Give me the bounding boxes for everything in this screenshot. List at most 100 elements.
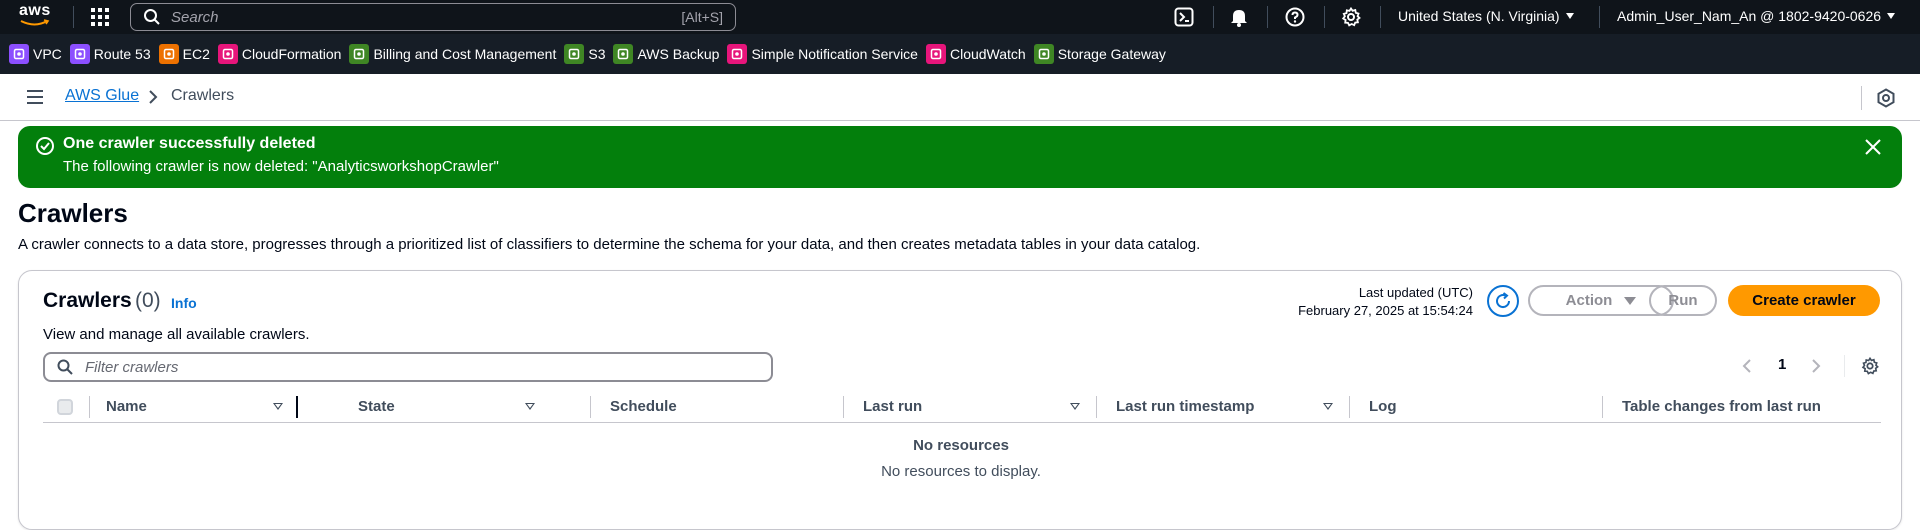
refresh-icon — [1496, 292, 1511, 309]
top-navigation: aws [Alt+S] — [0, 0, 1920, 34]
favorite-label: Route 53 — [93, 46, 151, 62]
filter-box[interactable] — [43, 352, 773, 382]
column-header-last-run[interactable]: Last run — [863, 398, 922, 415]
topbar-divider — [73, 6, 74, 28]
dismiss-flash-button[interactable] — [1862, 136, 1884, 158]
column-header-name[interactable]: Name — [106, 398, 147, 415]
favorite-billing-and-cost-management[interactable]: Billing and Cost Management — [349, 44, 556, 64]
sort-icon[interactable] — [525, 403, 535, 410]
service-icon — [727, 44, 748, 64]
service-icon — [158, 44, 179, 64]
favorite-cloudwatch[interactable]: CloudWatch — [925, 44, 1026, 64]
chevron-right-icon — [149, 90, 158, 104]
account-menu[interactable]: Admin_User_Nam_An @ 1802-9420-0626 — [1617, 8, 1896, 24]
breadcrumb-bar: AWS Glue Crawlers — [0, 74, 1920, 121]
breadcrumb-divider — [1861, 86, 1862, 110]
flash-message: The following crawler is now deleted: "A… — [63, 158, 499, 175]
column-divider — [1349, 396, 1350, 418]
favorite-vpc[interactable]: VPC — [9, 44, 62, 64]
table-title: Crawlers — [43, 289, 132, 312]
select-all-checkbox[interactable] — [57, 399, 73, 415]
favorite-cloudformation[interactable]: CloudFormation — [217, 44, 341, 64]
search-icon — [57, 359, 73, 375]
aws-logo-text: aws — [19, 2, 51, 19]
favorite-s3[interactable]: S3 — [564, 44, 605, 64]
region-label: United States (N. Virginia) — [1398, 8, 1560, 24]
pager-divider — [1844, 355, 1845, 377]
apps-grid-icon[interactable] — [90, 7, 110, 27]
page-number-button[interactable]: 1 — [1778, 356, 1786, 373]
favorite-simple-notification-service[interactable]: Simple Notification Service — [727, 44, 918, 64]
favorite-label: AWS Backup — [637, 46, 720, 62]
page-title: Crawlers — [18, 198, 128, 228]
empty-state-message: No resources to display. — [881, 463, 1041, 480]
favorite-storage-gateway[interactable]: Storage Gateway — [1033, 44, 1166, 64]
service-icon — [349, 44, 370, 64]
gear-icon[interactable] — [1341, 7, 1361, 27]
breadcrumb-aws-glue[interactable]: AWS Glue — [65, 87, 139, 105]
sort-icon[interactable] — [273, 403, 283, 410]
favorite-aws-backup[interactable]: AWS Backup — [613, 44, 719, 64]
favorites-bar: VPC Route 53 EC2 CloudFormation Billing and … — [0, 34, 1920, 74]
bell-icon[interactable] — [1229, 7, 1249, 27]
sort-icon[interactable] — [1323, 403, 1333, 410]
favorite-label: CloudWatch — [949, 46, 1026, 62]
topbar-divider — [1267, 6, 1268, 28]
favorite-route-53[interactable]: Route 53 — [69, 44, 151, 64]
last-updated-label: Last updated (UTC) — [1358, 285, 1473, 300]
refresh-button[interactable] — [1487, 285, 1519, 317]
favorite-label: Billing and Cost Management — [373, 46, 557, 62]
topbar-divider — [1213, 6, 1214, 28]
success-check-icon — [36, 137, 54, 155]
account-label: Admin_User_Nam_An @ 1802-9420-0626 — [1617, 8, 1882, 24]
column-header-table-changes[interactable]: Table changes from last run — [1622, 398, 1821, 415]
column-divider — [843, 396, 844, 418]
topbar-divider — [1599, 6, 1600, 28]
action-label: Action — [1565, 292, 1613, 309]
run-button[interactable]: Run — [1649, 285, 1717, 316]
service-icon — [217, 44, 238, 64]
caret-down-icon — [1565, 13, 1574, 19]
column-header-last-run-timestamp[interactable]: Last run timestamp — [1116, 398, 1254, 415]
preferences-gear-icon[interactable] — [1861, 357, 1879, 375]
column-header-log[interactable]: Log — [1369, 398, 1397, 415]
service-icon — [564, 44, 585, 64]
table-header: Name State Schedule Last run Last run ti… — [43, 391, 1881, 423]
global-search[interactable]: [Alt+S] — [130, 3, 736, 31]
filter-crawlers-input[interactable] — [85, 358, 725, 376]
favorite-ec2[interactable]: EC2 — [158, 44, 210, 64]
close-icon — [1865, 139, 1881, 155]
table-count: (0) — [135, 289, 161, 312]
page-description: A crawler connects to a data store, prog… — [18, 236, 1201, 253]
column-header-state[interactable]: State — [358, 398, 395, 415]
crawlers-table-container: Crawlers (0) Info View and manage all av… — [18, 270, 1902, 530]
search-shortcut: [Alt+S] — [681, 9, 723, 25]
column-resizer[interactable] — [296, 396, 298, 418]
menu-icon[interactable] — [26, 88, 44, 106]
favorite-label: EC2 — [182, 46, 210, 62]
sort-icon[interactable] — [1070, 403, 1080, 410]
column-divider — [1096, 396, 1097, 418]
flash-success-banner: One crawler successfully deleted The fol… — [18, 126, 1902, 188]
chevron-right-icon[interactable] — [1809, 359, 1823, 373]
topbar-divider — [1380, 6, 1381, 28]
column-divider — [590, 396, 591, 418]
info-link[interactable]: Info — [171, 295, 197, 311]
cloudshell-icon[interactable] — [1174, 7, 1194, 27]
chevron-left-icon[interactable] — [1740, 359, 1754, 373]
favorite-label: Simple Notification Service — [751, 46, 918, 62]
breadcrumb-current: Crawlers — [171, 87, 235, 104]
caret-down-icon — [1624, 296, 1637, 305]
search-input[interactable] — [171, 8, 631, 26]
help-panel-icon[interactable] — [1876, 88, 1896, 108]
region-selector[interactable]: United States (N. Virginia) — [1398, 8, 1574, 24]
service-icon — [925, 44, 946, 64]
column-divider — [1602, 396, 1603, 418]
help-icon[interactable] — [1285, 7, 1305, 27]
favorite-label: VPC — [33, 46, 62, 62]
column-divider — [89, 396, 90, 418]
column-header-schedule[interactable]: Schedule — [610, 398, 677, 415]
create-crawler-button[interactable]: Create crawler — [1728, 285, 1880, 316]
aws-logo[interactable]: aws — [19, 3, 55, 29]
service-icon — [9, 44, 29, 64]
